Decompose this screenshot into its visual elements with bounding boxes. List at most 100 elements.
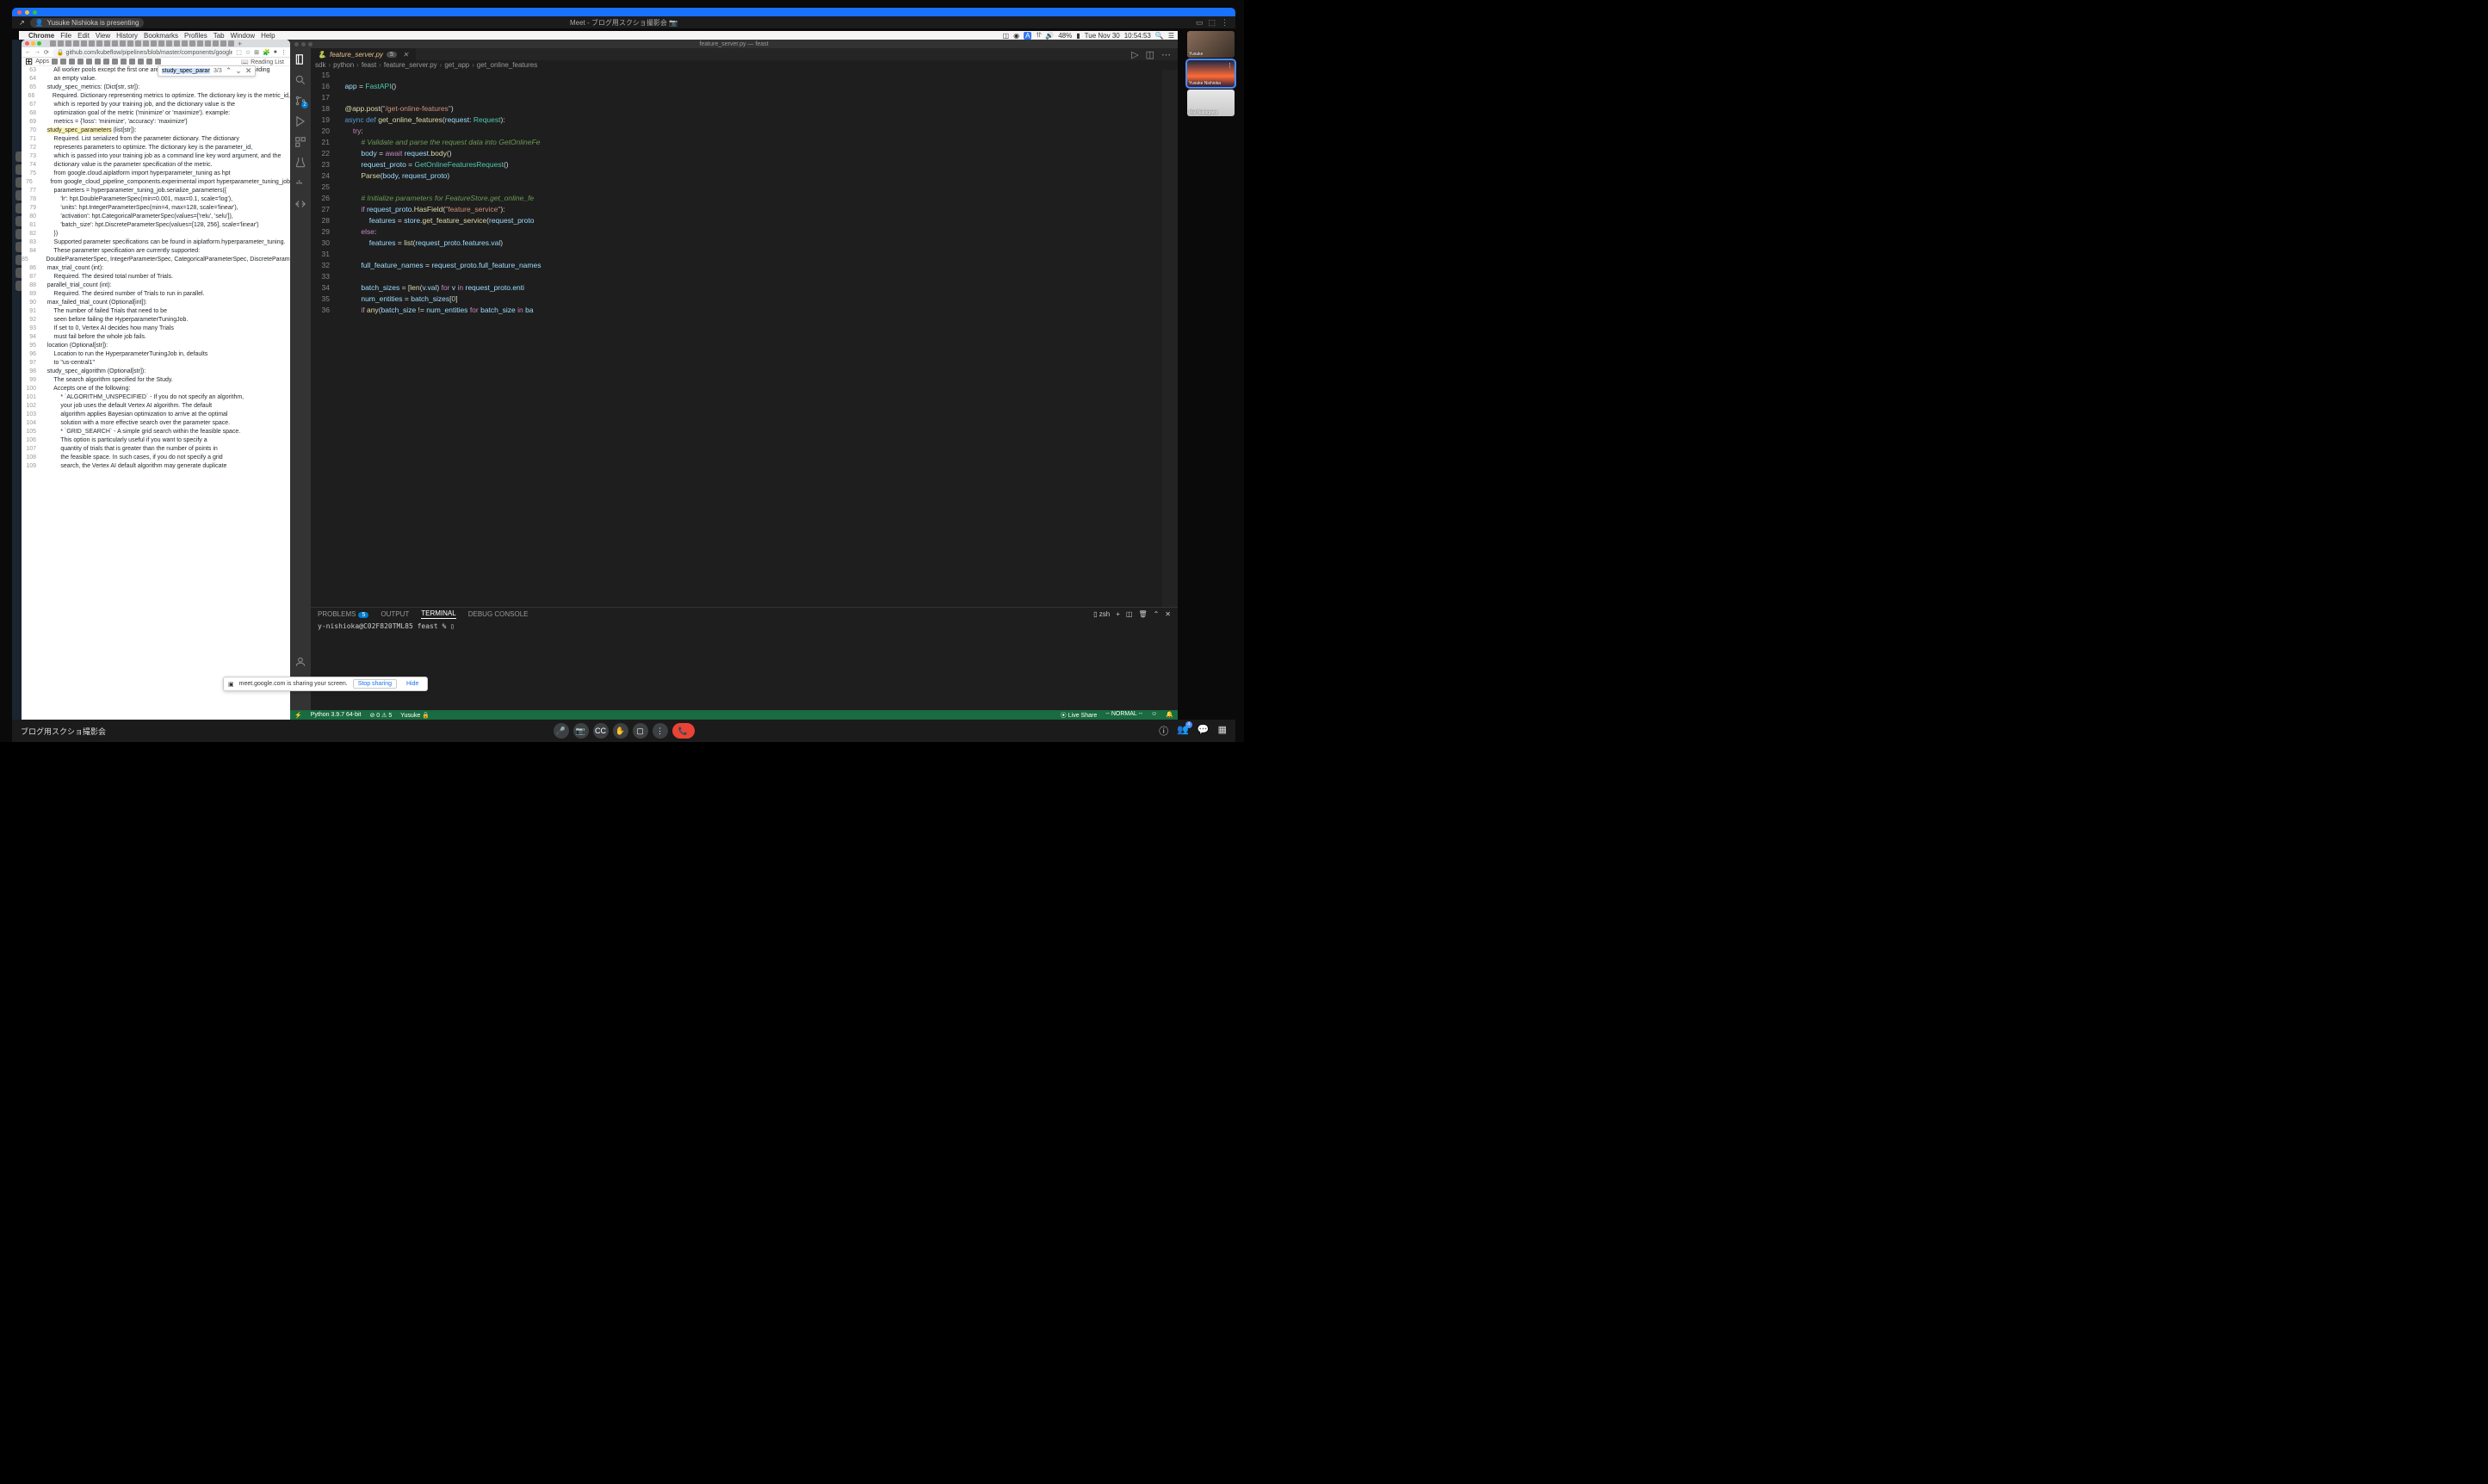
wifi2-icon[interactable]: ⥣ — [1036, 31, 1041, 40]
mic-button[interactable]: 🎤 — [554, 723, 569, 739]
search-icon[interactable] — [294, 74, 306, 86]
captions-button[interactable]: CC — [593, 723, 609, 739]
ext2-icon[interactable]: ⊞ — [254, 49, 259, 56]
chat-icon[interactable]: 💬 — [1198, 724, 1210, 738]
people-icon[interactable]: 👥4 — [1177, 724, 1189, 738]
app-name-menu[interactable]: Chrome — [28, 32, 54, 40]
menu-item[interactable]: Edit — [77, 32, 90, 40]
raise-hand-button[interactable]: ✋ — [613, 723, 628, 739]
bookmark-item[interactable] — [95, 59, 101, 65]
minimap[interactable] — [1162, 70, 1178, 607]
shell-select[interactable]: ▯ zsh — [1093, 610, 1110, 618]
breadcrumb-item[interactable]: python — [333, 61, 354, 69]
github-code-view[interactable]: 63 All worker pools except the first one… — [22, 66, 290, 720]
bookmark-item[interactable] — [155, 59, 161, 65]
account-icon[interactable] — [294, 656, 306, 668]
split-icon[interactable]: ◫ — [1146, 49, 1154, 60]
present-button[interactable]: ▢ — [633, 723, 648, 739]
extensions-icon[interactable] — [294, 136, 306, 148]
participant-tile[interactable]: Yusuke — [1187, 31, 1235, 58]
camera-button[interactable]: 📷 — [573, 723, 589, 739]
breadcrumb-item[interactable]: get_app — [444, 61, 469, 69]
editor-tab[interactable]: 🐍 feature_server.py 5 ✕ — [311, 48, 417, 60]
min-dot-icon[interactable] — [25, 10, 29, 15]
address-bar[interactable]: 🔒 github.com/kubeflow/pipelines/blob/mas… — [53, 48, 232, 57]
split-term-icon[interactable]: ◫ — [1126, 610, 1133, 618]
bt-icon[interactable]: ◫ — [1003, 32, 1010, 40]
stop-sharing-button[interactable]: Stop sharing — [353, 679, 397, 689]
tab-close-icon[interactable]: ✕ — [403, 51, 409, 59]
bell-icon[interactable]: 🔔 — [1166, 711, 1173, 720]
more-options-button[interactable]: ⋮ — [653, 723, 668, 739]
debug-icon[interactable] — [294, 115, 306, 127]
browser-tab[interactable] — [151, 40, 157, 46]
bookmark-item[interactable] — [52, 59, 58, 65]
tl-dot-icon[interactable] — [308, 42, 313, 46]
tile-options-icon[interactable]: ⋮ — [1227, 62, 1233, 69]
find-next-icon[interactable]: ⌄ — [235, 66, 242, 76]
browser-tab[interactable] — [166, 40, 172, 46]
browser-tab[interactable] — [197, 40, 203, 46]
menu-item[interactable]: History — [116, 32, 138, 40]
bookmark-item[interactable] — [121, 59, 127, 65]
close-icon[interactable] — [25, 41, 29, 46]
menu-item[interactable]: Help — [261, 32, 275, 40]
browser-tab[interactable] — [73, 40, 79, 46]
ext-icon[interactable]: ⬚ — [236, 49, 242, 56]
reload-icon[interactable]: ⟳ — [44, 49, 49, 56]
menu-item[interactable]: Bookmarks — [144, 32, 178, 40]
browser-tab[interactable] — [58, 40, 64, 46]
wifi-icon[interactable]: ◉ — [1013, 32, 1019, 40]
tab-output[interactable]: OUTPUT — [381, 610, 409, 618]
bookmark-item[interactable] — [86, 59, 92, 65]
min-icon[interactable] — [31, 41, 35, 46]
find-close-icon[interactable]: ✕ — [245, 66, 252, 76]
browser-tab[interactable] — [182, 40, 188, 46]
bookmark-item[interactable] — [103, 59, 109, 65]
browser-tab[interactable] — [158, 40, 164, 46]
browser-tab[interactable] — [174, 40, 180, 46]
spotlight-icon[interactable]: 🔍 — [1155, 32, 1164, 40]
star-icon[interactable]: ☆ — [245, 49, 251, 56]
tab-problems[interactable]: PROBLEMS5 — [318, 610, 368, 618]
browser-tab[interactable] — [112, 40, 118, 46]
vol-icon[interactable]: 🔊 — [1045, 32, 1054, 40]
breadcrumb-item[interactable]: get_online_features — [477, 61, 537, 69]
close-dot-icon[interactable] — [17, 10, 22, 15]
min-icon[interactable]: ▭ — [1196, 18, 1204, 28]
browser-tab[interactable] — [189, 40, 195, 46]
tl-dot-icon[interactable] — [301, 42, 306, 46]
participant-tile[interactable]: Mai Nakagawa — [1187, 90, 1235, 116]
find-input[interactable] — [162, 68, 210, 74]
back-icon[interactable]: ← — [25, 49, 31, 55]
test-icon[interactable] — [294, 157, 306, 169]
tl-dot-icon[interactable] — [294, 42, 299, 46]
python-version[interactable]: Python 3.9.7 64-bit — [311, 712, 362, 718]
participant-tile[interactable]: ⋮Yusuke Nishioka — [1187, 60, 1235, 87]
new-term-icon[interactable]: + — [1116, 610, 1120, 618]
problems-status[interactable]: ⊘ 0 ⚠ 5 — [369, 712, 392, 719]
bookmark-item[interactable] — [112, 59, 118, 65]
browser-tab[interactable] — [127, 40, 133, 46]
feedback-icon[interactable]: ☺ — [1151, 711, 1157, 720]
browser-tab[interactable] — [228, 40, 234, 46]
browser-tab[interactable] — [65, 40, 71, 46]
remote-status[interactable]: ⚡ — [294, 712, 302, 719]
menu-item[interactable]: View — [96, 32, 110, 40]
more-icon[interactable]: ⋮ — [1221, 18, 1229, 28]
breadcrumb-item[interactable]: feast — [362, 61, 376, 69]
max-icon[interactable] — [37, 41, 41, 46]
apps-label[interactable]: Apps — [35, 59, 49, 65]
close-panel-icon[interactable]: ✕ — [1165, 610, 1171, 618]
menu-item[interactable]: Profiles — [184, 32, 207, 40]
bookmark-item[interactable] — [138, 59, 144, 65]
bookmark-item[interactable] — [69, 59, 75, 65]
max-dot-icon[interactable] — [33, 10, 37, 15]
trash-icon[interactable]: 🗑 — [1138, 610, 1147, 618]
tab-terminal[interactable]: TERMINAL — [421, 609, 455, 619]
reading-list-button[interactable]: 📖 Reading List — [238, 59, 287, 65]
pop-icon[interactable]: ⬚ — [1208, 18, 1216, 28]
remote-icon[interactable] — [294, 198, 306, 210]
activities-icon[interactable]: ▦ — [1218, 724, 1227, 738]
browser-tab[interactable] — [205, 40, 211, 46]
